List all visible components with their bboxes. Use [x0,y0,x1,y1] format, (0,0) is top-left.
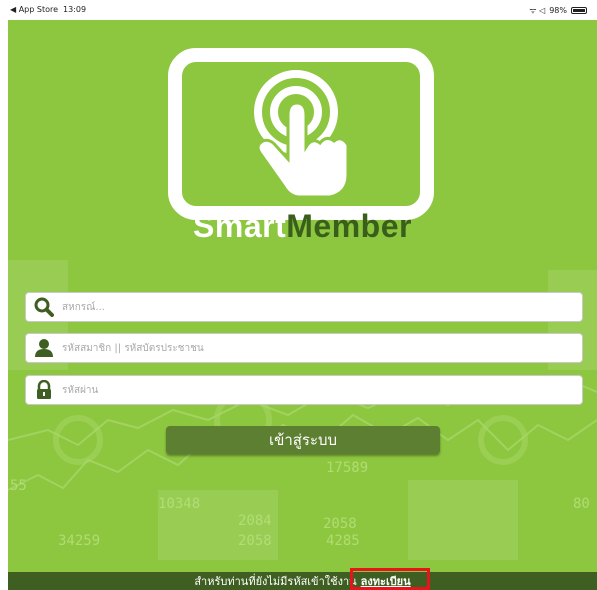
cooperative-placeholder: สหกรณ์... [62,301,105,313]
member-id-field[interactable]: รหัสสมาชิก || รหัสบัตรประชาชน [25,333,583,363]
member-id-placeholder: รหัสสมาชิก || รหัสบัตรประชาชน [62,342,204,354]
status-left: ◀ App Store 13:09 [10,5,86,14]
lock-icon [26,376,62,404]
status-right: ᯤ ◁ 98% [529,5,587,16]
app-screen: 17589 55 10348 2058 4285 2084 2058 34259… [8,20,597,590]
bg-number: 17589 [326,460,368,476]
touch-hand-icon [254,70,350,199]
signal-icon: ᯤ ◁ [529,6,546,15]
bg-number: 55 [10,478,27,494]
battery-icon [571,7,587,14]
register-prompt: สำหรับท่านที่ยังไม่มีรหัสเข้าใช้งาน [194,575,357,588]
status-bar: ◀ App Store 13:09 ᯤ ◁ 98% [0,0,597,20]
password-field[interactable]: รหัสผ่าน [25,375,583,405]
bg-number: 10348 [158,496,200,512]
user-icon [26,334,62,362]
bg-number: 2058 [238,533,272,549]
register-highlight-box [350,568,430,590]
search-icon [26,293,62,321]
brand-part-2: Member [286,208,412,244]
bg-number: 80 [573,496,590,512]
password-placeholder: รหัสผ่าน [62,384,99,396]
bg-number: 34259 [58,533,100,549]
brand-part-1: Smart [193,208,287,244]
battery-percent: 98% [549,6,567,15]
footer-bar: สำหรับท่านที่ยังไม่มีรหัสเข้าใช้งาน ลงทะ… [8,572,597,590]
app-brand: SmartMember [8,208,597,245]
back-to-app-store[interactable]: ◀ App Store [10,5,58,14]
cooperative-field[interactable]: สหกรณ์... [25,292,583,322]
bg-number: 2058 [323,516,357,532]
bg-number: 4285 [326,533,360,549]
bg-number: 2084 [238,513,272,529]
status-time: 13:09 [63,5,87,14]
login-button[interactable]: เข้าสู่ระบบ [166,426,440,454]
